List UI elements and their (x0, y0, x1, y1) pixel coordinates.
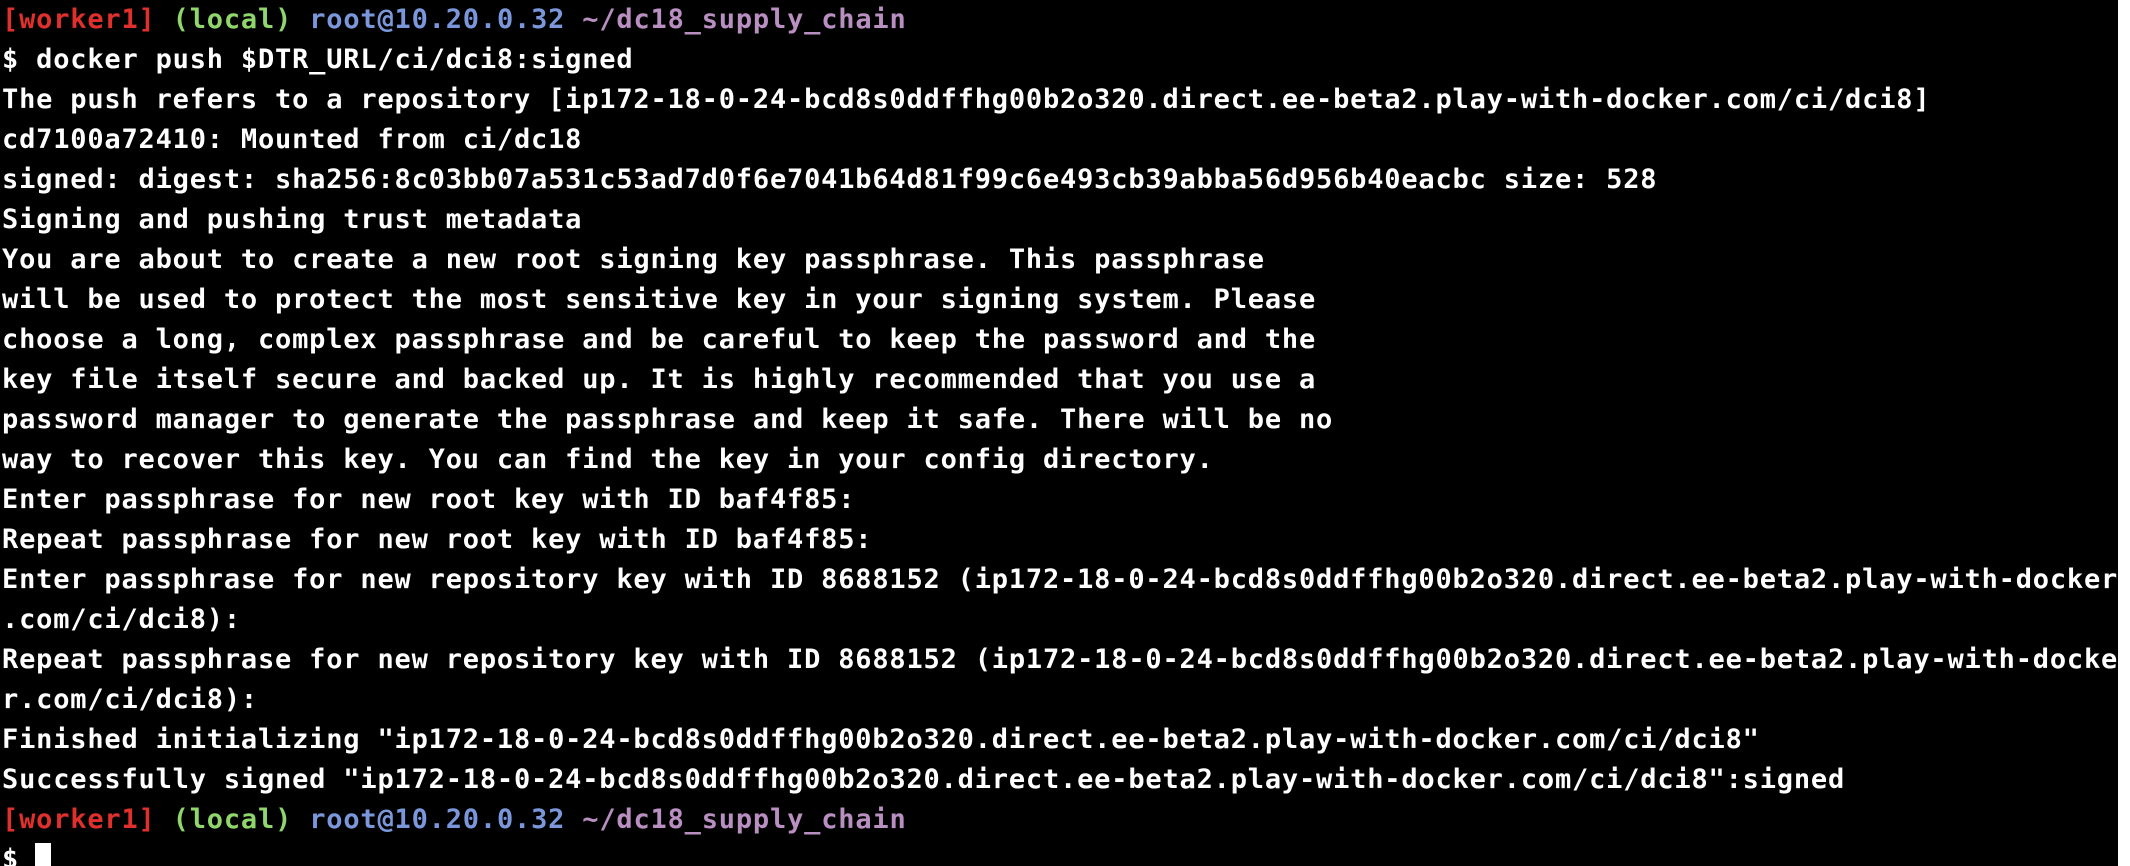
output-line: Repeat passphrase for new root key with … (2, 524, 873, 555)
output-line: r.com/ci/dci8): (2, 684, 258, 715)
prompt-line: [worker1] (local) root@10.20.0.32 ~/dc18… (2, 0, 2118, 40)
prompt-user-host: root@10.20.0.32 (309, 804, 566, 835)
output-line: way to recover this key. You can find th… (2, 444, 1214, 475)
prompt-env-tag: (local) (172, 804, 293, 835)
prompt-cwd: ~/dc18_supply_chain (582, 804, 907, 835)
scrollbar-track[interactable] (2118, 0, 2130, 866)
output-line: key file itself secure and backed up. It… (2, 364, 1317, 395)
output-line: will be used to protect the most sensiti… (2, 284, 1317, 315)
output-line: choose a long, complex passphrase and be… (2, 324, 1317, 355)
output-line: Enter passphrase for new repository key … (2, 564, 2118, 595)
output-line: signed: digest: sha256:8c03bb07a531c53ad… (2, 164, 1658, 195)
output-line: cd7100a72410: Mounted from ci/dc18 (2, 124, 583, 155)
output-line: password manager to generate the passphr… (2, 404, 1334, 435)
prompt-symbol: $ (2, 844, 20, 866)
prompt-line: [worker1] (local) root@10.20.0.32 ~/dc18… (2, 800, 2118, 840)
output-line: Signing and pushing trust metadata (2, 204, 583, 235)
prompt-host-tag: [worker1] (2, 804, 156, 835)
output-line: Enter passphrase for new root key with I… (2, 484, 856, 515)
text-cursor[interactable] (35, 843, 52, 866)
output-line: Repeat passphrase for new repository key… (2, 644, 2118, 675)
input-line[interactable]: $ (2, 840, 2118, 866)
output-line: Finished initializing "ip172-18-0-24-bcd… (2, 724, 1760, 755)
prompt-host-tag: [worker1] (2, 4, 156, 35)
terminal-output: [worker1] (local) root@10.20.0.32 ~/dc18… (2, 0, 2118, 866)
output-line: Successfully signed "ip172-18-0-24-bcd8s… (2, 764, 1846, 795)
output-line: The push refers to a repository [ip172-1… (2, 84, 1931, 115)
prompt-user-host: root@10.20.0.32 (309, 4, 566, 35)
output-line: You are about to create a new root signi… (2, 244, 1265, 275)
command-line: $ docker push $DTR_URL/ci/dci8:signed (2, 44, 634, 75)
output-line: .com/ci/dci8): (2, 604, 241, 635)
terminal-window[interactable]: [worker1] (local) root@10.20.0.32 ~/dc18… (0, 0, 2118, 866)
prompt-cwd: ~/dc18_supply_chain (582, 4, 907, 35)
prompt-env-tag: (local) (172, 4, 293, 35)
